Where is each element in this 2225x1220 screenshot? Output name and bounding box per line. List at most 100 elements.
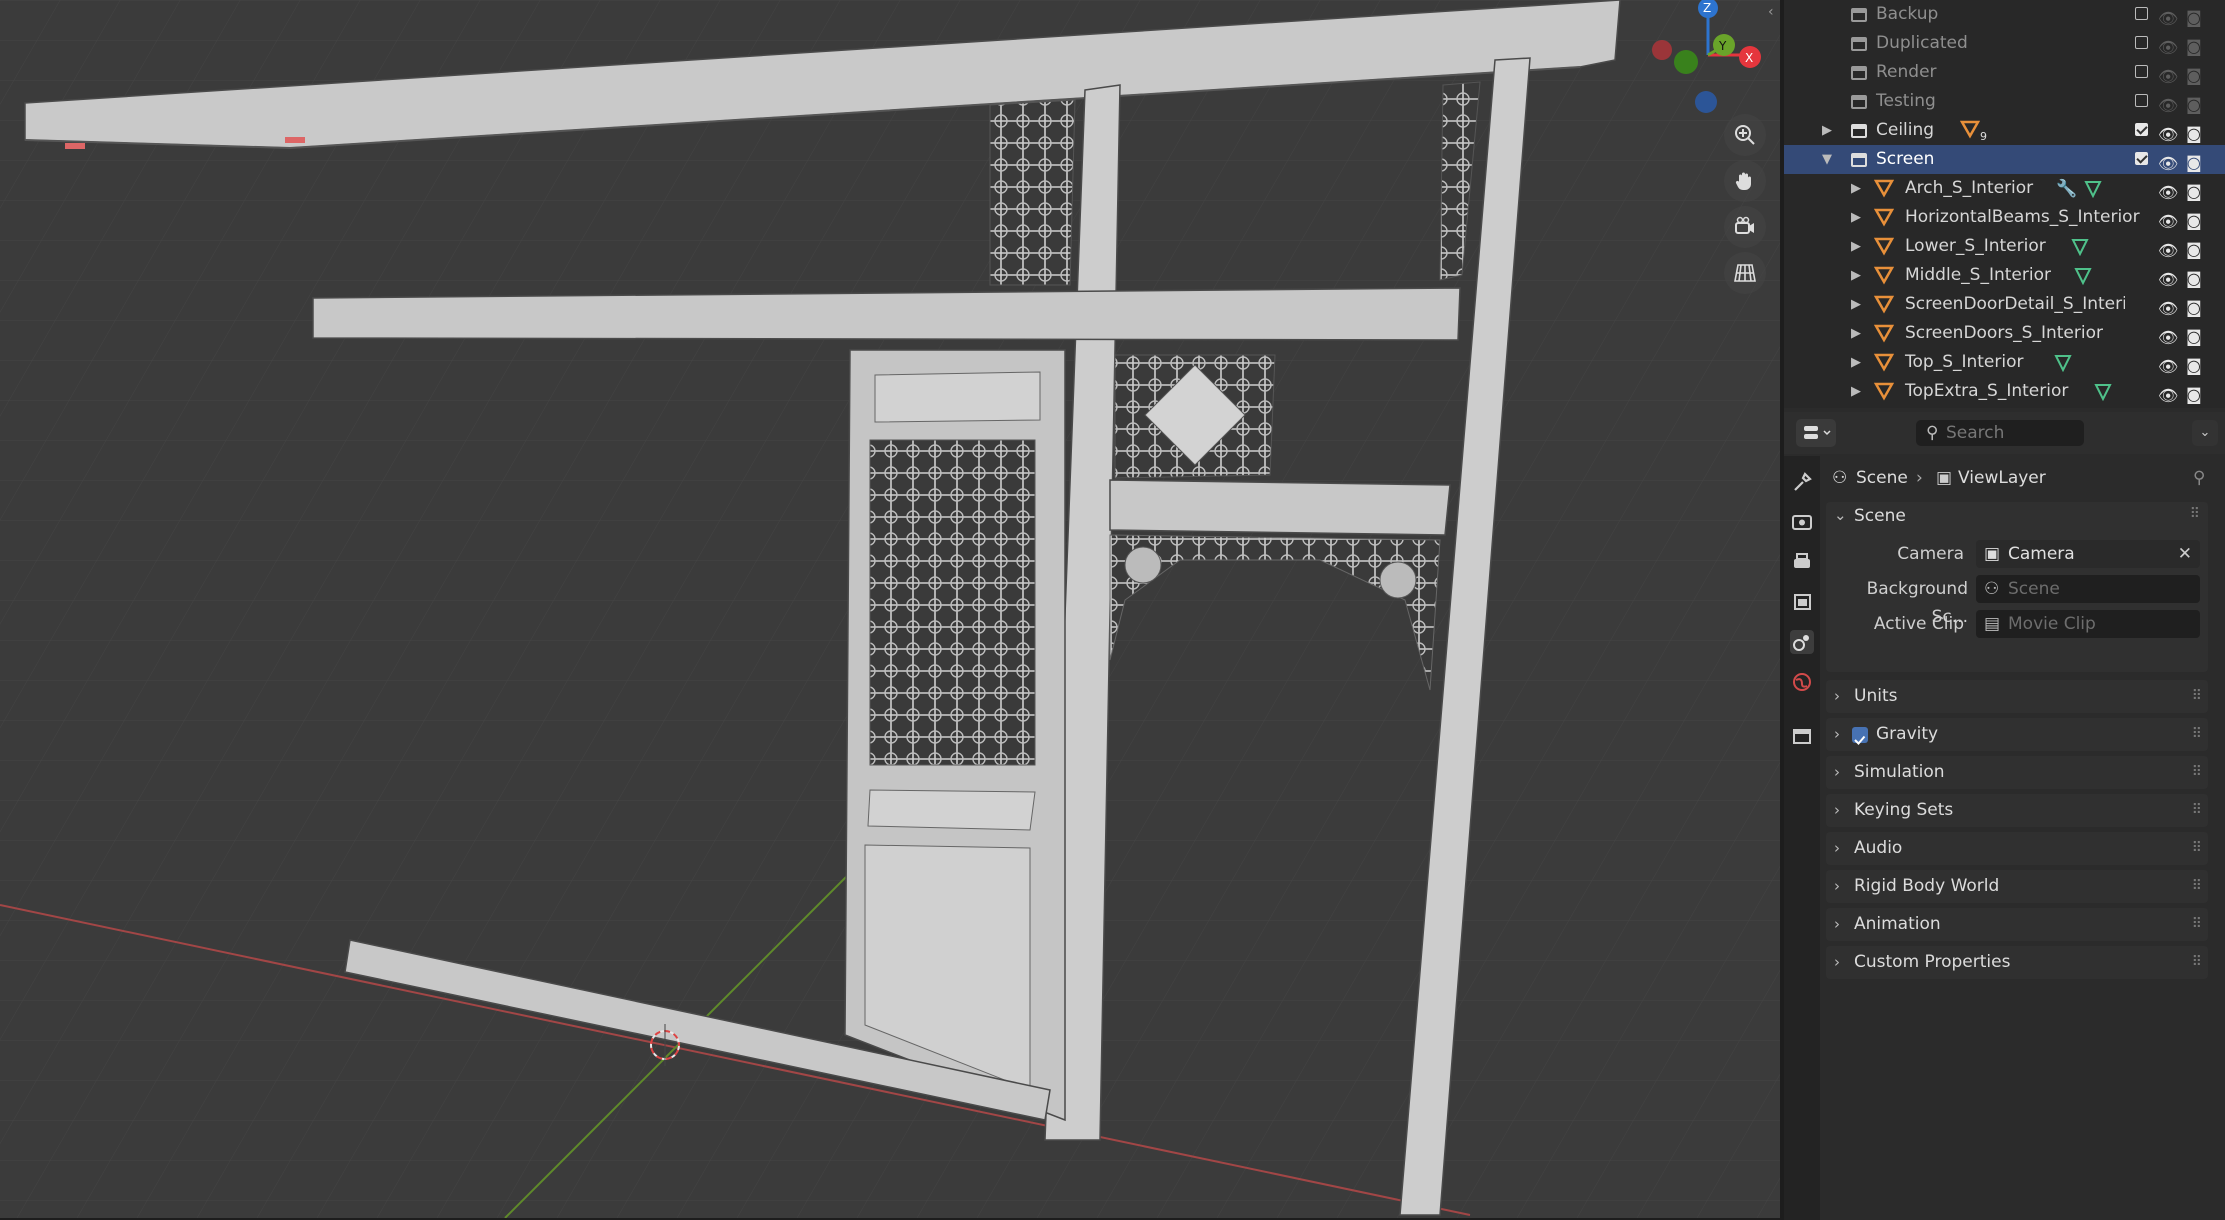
exclude-checkbox[interactable] bbox=[2135, 152, 2148, 165]
mesh-data-icon[interactable] bbox=[2094, 382, 2112, 408]
render-camera-icon[interactable]: ◙ bbox=[2186, 322, 2202, 351]
camera-view-button[interactable] bbox=[1724, 206, 1766, 248]
camera-field[interactable]: ▣ Camera ✕ bbox=[1976, 540, 2200, 568]
outliner-label: TopExtra_S_Interior bbox=[1905, 381, 2069, 401]
outliner-row-horizontalbeams[interactable]: ▶ HorizontalBeams_S_Interior 👁 ◙ bbox=[1784, 203, 2225, 232]
outliner-row-top[interactable]: ▶ Top_S_Interior 👁 ◙ bbox=[1784, 348, 2225, 377]
panel-audio[interactable]: › Audio ⠿ bbox=[1826, 832, 2208, 865]
expand-arrow-icon[interactable]: ▶ bbox=[1851, 377, 1861, 406]
exclude-checkbox[interactable] bbox=[2135, 94, 2148, 107]
drag-handle-icon[interactable]: ⠿ bbox=[2192, 680, 2202, 713]
outliner-row-arch[interactable]: ▶ Arch_S_Interior 🔧 👁 ◙ bbox=[1784, 174, 2225, 203]
panel-rigid-body-world[interactable]: › Rigid Body World ⠿ bbox=[1826, 870, 2208, 903]
tab-collection[interactable] bbox=[1790, 724, 1814, 748]
exclude-checkbox[interactable] bbox=[2135, 65, 2148, 78]
drag-handle-icon[interactable]: ⠿ bbox=[2192, 946, 2202, 979]
expand-arrow-icon[interactable]: ▶ bbox=[1851, 203, 1861, 232]
tab-output[interactable] bbox=[1790, 550, 1814, 574]
view-layer-icon: ▣ bbox=[1936, 468, 1953, 488]
expand-arrow-icon[interactable]: ▶ bbox=[1851, 290, 1861, 319]
hand-icon bbox=[1735, 172, 1751, 190]
breadcrumb: ⚇ Scene › ▣ ViewLayer ⚲ bbox=[1828, 466, 2208, 490]
collapse-arrow-icon[interactable]: ▼ bbox=[1822, 145, 1832, 174]
3d-viewport[interactable]: Z Y X ‹ bbox=[0, 0, 1780, 1218]
search-field[interactable]: ⚲ Search bbox=[1916, 420, 2084, 446]
expand-arrow-icon[interactable]: ▶ bbox=[1851, 261, 1861, 290]
panel-gravity[interactable]: › Gravity ⠿ bbox=[1826, 718, 2208, 751]
outliner-row-middle[interactable]: ▶ Middle_S_Interior 👁 ◙ bbox=[1784, 261, 2225, 290]
render-camera-icon[interactable]: ◙ bbox=[2186, 148, 2202, 177]
pin-icon[interactable]: ⚲ bbox=[2193, 466, 2205, 490]
outliner-row-backup[interactable]: Backup 👁 ◙ bbox=[1784, 0, 2225, 29]
exclude-checkbox[interactable] bbox=[2135, 36, 2148, 49]
tab-scene[interactable] bbox=[1790, 630, 1814, 654]
exclude-checkbox[interactable] bbox=[2135, 123, 2148, 136]
expand-arrow-icon[interactable]: ▶ bbox=[1822, 116, 1832, 145]
tab-tool[interactable] bbox=[1790, 470, 1814, 494]
outliner-label: Ceiling bbox=[1876, 120, 1935, 140]
expand-arrow-icon[interactable]: ▶ bbox=[1851, 232, 1861, 261]
drag-handle-icon[interactable]: ⠿ bbox=[2192, 794, 2202, 827]
background-scene-field[interactable]: ⚇ Scene bbox=[1976, 575, 2200, 603]
render-camera-icon[interactable]: ◙ bbox=[2186, 32, 2202, 61]
panel-keying-sets[interactable]: › Keying Sets ⠿ bbox=[1826, 794, 2208, 827]
panel-title: Rigid Body World bbox=[1854, 876, 2000, 896]
outliner[interactable]: Backup 👁 ◙ Duplicated 👁 ◙ Render 👁 ◙ Tes… bbox=[1784, 0, 2225, 408]
outliner-row-screendoors[interactable]: ▶ ScreenDoors_S_Interior 👁 ◙ bbox=[1784, 319, 2225, 348]
navigation-gizmo[interactable]: Z Y X bbox=[1640, 0, 1780, 120]
collapse-arrow-icon[interactable]: ⌄ bbox=[1834, 506, 1847, 524]
render-camera-icon[interactable]: ◙ bbox=[2186, 90, 2202, 119]
expand-arrow-icon[interactable]: ▶ bbox=[1851, 348, 1861, 377]
outliner-row-render[interactable]: Render 👁 ◙ bbox=[1784, 58, 2225, 87]
collection-icon bbox=[1850, 92, 1868, 110]
render-camera-icon[interactable]: ◙ bbox=[2186, 293, 2202, 322]
tab-world[interactable] bbox=[1790, 670, 1814, 694]
render-camera-icon[interactable]: ◙ bbox=[2186, 119, 2202, 148]
outliner-row-topextra[interactable]: ▶ TopExtra_S_Interior 👁 ◙ bbox=[1784, 377, 2225, 406]
render-camera-icon[interactable]: ◙ bbox=[2186, 351, 2202, 380]
active-clip-field[interactable]: ▤ Movie Clip bbox=[1976, 610, 2200, 638]
properties-body: ⚇ Scene › ▣ ViewLayer ⚲ ⌄ Scene ⠿ Camera… bbox=[1822, 456, 2225, 1220]
eye-icon[interactable]: 👁 bbox=[2158, 381, 2178, 408]
tab-render[interactable] bbox=[1790, 510, 1814, 534]
outliner-row-duplicated[interactable]: Duplicated 👁 ◙ bbox=[1784, 29, 2225, 58]
outliner-row-ceiling[interactable]: ▶ Ceiling 9 👁 ◙ bbox=[1784, 116, 2225, 145]
drag-handle-icon[interactable]: ⠿ bbox=[2192, 718, 2202, 751]
render-camera-icon[interactable]: ◙ bbox=[2186, 235, 2202, 264]
panel-simulation[interactable]: › Simulation ⠿ bbox=[1826, 756, 2208, 789]
zoom-button[interactable] bbox=[1724, 114, 1766, 156]
render-camera-icon[interactable]: ◙ bbox=[2186, 380, 2202, 408]
outliner-label: ScreenDoors_S_Interior bbox=[1905, 323, 2103, 343]
render-camera-icon[interactable]: ◙ bbox=[2186, 61, 2202, 90]
panel-units[interactable]: › Units ⠿ bbox=[1826, 680, 2208, 713]
editor-type-button[interactable] bbox=[1796, 419, 1836, 447]
pan-button[interactable] bbox=[1724, 160, 1766, 202]
render-camera-icon[interactable]: ◙ bbox=[2186, 264, 2202, 293]
tab-view-layer[interactable] bbox=[1790, 590, 1814, 614]
render-camera-icon[interactable]: ◙ bbox=[2186, 3, 2202, 32]
panel-title[interactable]: Scene bbox=[1854, 506, 1906, 526]
drag-handle-icon[interactable]: ⠿ bbox=[2192, 870, 2202, 903]
collapse-arrow-icon[interactable]: ‹ bbox=[1768, 4, 1774, 20]
render-camera-icon[interactable]: ◙ bbox=[2186, 206, 2202, 235]
svg-text:Y: Y bbox=[1718, 39, 1727, 53]
outliner-row-testing[interactable]: Testing 👁 ◙ bbox=[1784, 87, 2225, 116]
drag-handle-icon[interactable]: ⠿ bbox=[2190, 506, 2200, 522]
gravity-checkbox[interactable] bbox=[1852, 727, 1868, 745]
drag-handle-icon[interactable]: ⠿ bbox=[2192, 832, 2202, 865]
expand-arrow-icon[interactable]: ▶ bbox=[1851, 319, 1861, 348]
drag-handle-icon[interactable]: ⠿ bbox=[2192, 908, 2202, 941]
panel-custom-properties[interactable]: › Custom Properties ⠿ bbox=[1826, 946, 2208, 979]
clear-icon[interactable]: ✕ bbox=[2178, 540, 2192, 568]
exclude-checkbox[interactable] bbox=[2135, 7, 2148, 20]
expand-arrow-icon[interactable]: ▶ bbox=[1851, 174, 1861, 203]
render-camera-icon[interactable]: ◙ bbox=[2186, 177, 2202, 206]
outliner-row-screen[interactable]: ▼ Screen 👁 ◙ bbox=[1784, 145, 2225, 174]
perspective-toggle-button[interactable] bbox=[1724, 252, 1766, 294]
outliner-row-lower[interactable]: ▶ Lower_S_Interior 👁 ◙ bbox=[1784, 232, 2225, 261]
panel-animation[interactable]: › Animation ⠿ bbox=[1826, 908, 2208, 941]
drag-handle-icon[interactable]: ⠿ bbox=[2192, 756, 2202, 789]
modifier-wrench-icon[interactable]: 🔧 bbox=[2056, 175, 2077, 204]
outliner-row-screendoordetail[interactable]: ▶ ScreenDoorDetail_S_Interior 👁 ◙ bbox=[1784, 290, 2225, 319]
options-dropdown[interactable]: ⌄ bbox=[2192, 420, 2218, 446]
